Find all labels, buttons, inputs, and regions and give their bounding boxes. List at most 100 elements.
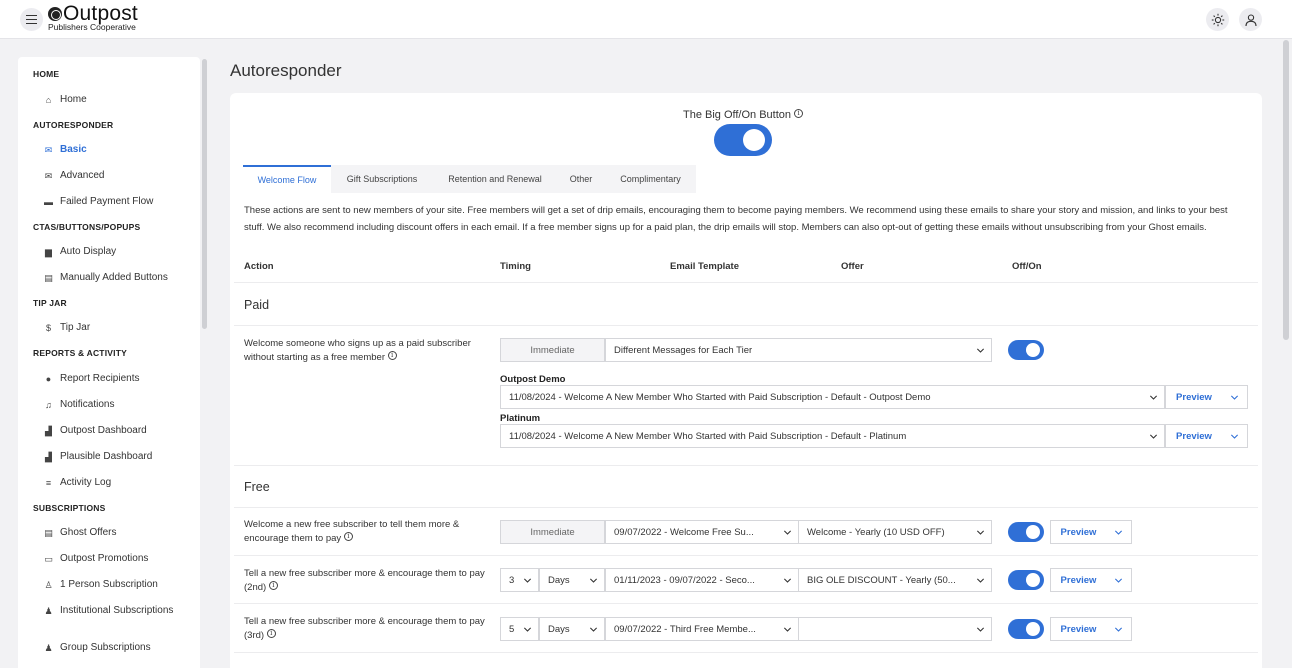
sidebar-item-1-person-subscription[interactable]: ♙ 1 Person Subscription [43,579,157,591]
bar-chart-icon: ▟ [45,426,52,436]
free-2-template-select[interactable]: 01/11/2023 - 09/07/2022 - Seco... [605,568,799,592]
section-title-free: Free [244,480,270,494]
tier-platinum-template-select[interactable]: 11/08/2024 - Welcome A New Member Who St… [500,424,1165,448]
info-icon[interactable]: i [268,580,278,590]
tab-welcome-flow[interactable]: Welcome Flow [243,165,331,193]
chevron-down-icon [776,528,798,537]
free-2-offer-select[interactable]: BIG OLE DISCOUNT - Yearly (50... [798,568,992,592]
info-icon[interactable]: i [387,350,397,360]
divider [234,325,1258,326]
divider [234,465,1258,466]
tier-outpost-demo-template-select[interactable]: 11/08/2024 - Welcome A New Member Who St… [500,385,1165,409]
sidebar-item-activity-log[interactable]: ≡ Activity Log [43,477,111,489]
chevron-down-icon[interactable] [1106,568,1132,592]
paid-template-mode-select[interactable]: Different Messages for Each Tier [605,338,992,362]
free-3-template-select[interactable]: 09/07/2022 - Third Free Membe... [605,617,799,641]
sidebar-item-auto-display[interactable]: ▆ Auto Display [43,246,116,258]
sidebar-heading-home: HOME [33,69,60,79]
free-1-template-select[interactable]: 09/07/2022 - Welcome Free Su... [605,520,799,544]
bar-chart-icon: ▟ [45,452,52,462]
paid-welcome-action: Welcome someone who signs up as a paid s… [244,338,471,363]
free-2-preview-button[interactable]: Preview [1050,568,1107,592]
tab-complimentary[interactable]: Complimentary [605,165,696,193]
brand-subtitle: Publishers Cooperative [48,22,136,32]
free-3-timing-value-select[interactable]: 5 [500,617,539,641]
tier-platinum-preview-button[interactable]: Preview [1165,424,1223,448]
hamburger-icon[interactable] [20,8,43,31]
home-icon: ⌂ [45,95,52,105]
free-3-offer-select[interactable] [798,617,992,641]
sidebar-item-notifications[interactable]: ♫ Notifications [43,399,114,411]
chevron-down-icon [582,625,604,634]
bell-icon: ♫ [45,400,52,410]
sidebar-item-outpost-dashboard[interactable]: ▟ Outpost Dashboard [43,425,147,437]
chevron-down-icon[interactable] [1106,520,1132,544]
sidebar-item-home[interactable]: ⌂ Home [43,94,87,106]
chevron-down-icon [582,576,604,585]
free-2nd-action: Tell a new free subscriber more & encour… [244,568,485,593]
sidebar-item-basic[interactable]: ✉ Basic [43,144,87,156]
paid-timing-field: Immediate [500,338,605,362]
free-1-toggle[interactable] [1008,522,1044,542]
free-2-toggle[interactable] [1008,570,1044,590]
free-2-timing-value-select[interactable]: 3 [500,568,539,592]
window-icon: ▆ [45,247,52,257]
card-icon: ▬ [44,197,53,207]
sidebar-item-report-recipients[interactable]: ● Report Recipients [43,373,140,385]
info-icon[interactable]: i [266,628,276,638]
sidebar-item-ghost-offers[interactable]: ▤ Ghost Offers [43,527,116,539]
sidebar-item-institutional-subscriptions[interactable]: ♟ Institutional Subscriptions [43,605,183,617]
big-on-off-toggle[interactable] [714,124,772,156]
free-1-preview-button[interactable]: Preview [1050,520,1107,544]
sidebar-item-tip-jar[interactable]: $ Tip Jar [43,322,90,334]
column-header-off-on: Off/On [1012,261,1042,272]
sidebar-heading-autoresponder: AUTORESPONDER [33,120,114,130]
tab-gift-subscriptions[interactable]: Gift Subscriptions [331,165,433,193]
sidebar-item-group-subscriptions[interactable]: ♟ Group Subscriptions [43,642,150,654]
top-bar: Outpost Publishers Cooperative [0,0,1292,39]
tab-other[interactable]: Other [557,165,605,193]
free-1-timing-field: Immediate [500,520,605,544]
tier-outpost-demo-preview-button[interactable]: Preview [1165,385,1223,409]
divider [234,507,1258,508]
chevron-down-icon[interactable] [1222,424,1248,448]
welcome-flow-description: These actions are sent to new members of… [244,205,1228,233]
user-icon: ♙ [44,580,53,590]
sidebar-item-outpost-promotions[interactable]: ▭ Outpost Promotions [43,553,148,565]
free-3-timing-unit-select[interactable]: Days [539,617,605,641]
main-scrollbar[interactable] [1283,40,1289,340]
group-icon: ♟ [44,643,53,653]
page-title: Autoresponder [230,61,342,80]
chevron-down-icon [969,576,991,585]
tier-name-platinum: Platinum [500,413,541,424]
chevron-down-icon [776,576,798,585]
divider [234,603,1258,604]
info-icon[interactable]: i [794,109,804,118]
chevron-down-icon[interactable] [1222,385,1248,409]
group-icon: ♟ [44,606,53,616]
sidebar-item-manually-added-buttons[interactable]: ▤ Manually Added Buttons [43,272,168,284]
sidebar-item-plausible-dashboard[interactable]: ▟ Plausible Dashboard [43,451,152,463]
chevron-down-icon [1142,393,1164,402]
column-header-offer: Offer [841,261,864,272]
free-1-offer-select[interactable]: Welcome - Yearly (10 USD OFF) [798,520,992,544]
divider [234,555,1258,556]
sun-icon[interactable] [1206,8,1229,31]
free-3-toggle[interactable] [1008,619,1044,639]
ticket-icon: ▭ [44,554,53,564]
dollar-icon: $ [45,323,51,333]
user-icon[interactable] [1239,8,1262,31]
chevron-down-icon [516,625,538,634]
sidebar-item-failed-payment-flow[interactable]: ▬ Failed Payment Flow [43,196,153,208]
sidebar-item-advanced[interactable]: ✉ Advanced [43,170,105,182]
paid-welcome-toggle[interactable] [1008,340,1044,360]
tab-retention-and-renewal[interactable]: Retention and Renewal [433,165,557,193]
info-icon[interactable]: i [343,531,353,541]
free-2-timing-unit-select[interactable]: Days [539,568,605,592]
document-icon: ▤ [44,528,53,538]
free-welcome-action: Welcome a new free subscriber to tell th… [244,519,460,544]
mail-icon: ✉ [44,171,53,181]
sidebar-scrollbar[interactable] [202,59,207,329]
chevron-down-icon[interactable] [1106,617,1132,641]
free-3-preview-button[interactable]: Preview [1050,617,1107,641]
